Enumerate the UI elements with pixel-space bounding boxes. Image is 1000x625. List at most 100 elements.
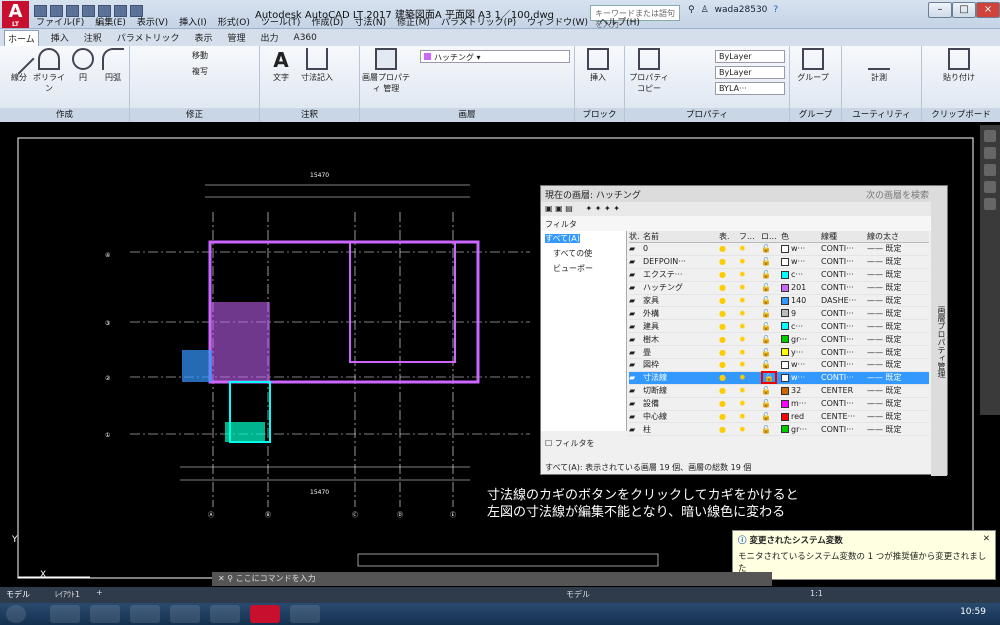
showmotion-icon[interactable] bbox=[984, 181, 996, 193]
layer-color[interactable]: gr··· bbox=[781, 335, 821, 344]
paste-button[interactable]: 貼り付け bbox=[942, 48, 976, 83]
tab-annotate[interactable]: 注釈 bbox=[81, 30, 105, 45]
menu-format[interactable]: 形式(O) bbox=[218, 15, 250, 28]
layer-linetype[interactable]: CONTI··· bbox=[821, 425, 867, 434]
layer-lineweight[interactable]: —— 既定 bbox=[867, 359, 917, 370]
lightbulb-icon[interactable]: ● bbox=[719, 373, 739, 382]
taskbar-app-7[interactable] bbox=[290, 605, 320, 623]
layer-row[interactable]: ▰ 建具 ● ✹ 🔓 c··· CONTI··· —— 既定 bbox=[629, 320, 929, 334]
layer-name[interactable]: DEFPOIN··· bbox=[643, 257, 719, 266]
line-button[interactable]: 線分 bbox=[2, 43, 36, 83]
lightbulb-icon[interactable]: ● bbox=[719, 244, 739, 253]
pan-icon[interactable] bbox=[984, 130, 996, 142]
layer-name[interactable]: 外構 bbox=[643, 308, 719, 319]
taskbar-app-1[interactable] bbox=[50, 605, 80, 623]
layer-color[interactable]: w··· bbox=[781, 257, 821, 266]
menu-parametric[interactable]: パラメトリック(P) bbox=[441, 15, 516, 28]
sun-icon[interactable]: ✹ bbox=[739, 244, 761, 253]
layer-name[interactable]: 畳 bbox=[643, 347, 719, 358]
sun-icon[interactable]: ✹ bbox=[739, 270, 761, 279]
layer-row[interactable]: ▰ 中心線 ● ✹ 🔓 red CENTE··· —— 既定 bbox=[629, 411, 929, 424]
linetype-dropdown[interactable]: ByLayer bbox=[715, 66, 785, 79]
menu-modify[interactable]: 修正(M) bbox=[397, 15, 430, 28]
layer-color[interactable]: c··· bbox=[781, 270, 821, 279]
search-icon[interactable]: ⚲ bbox=[227, 574, 233, 583]
notification-close-icon[interactable]: ✕ bbox=[983, 534, 990, 544]
sun-icon[interactable]: ✹ bbox=[739, 399, 761, 408]
layer-linetype[interactable]: CONTI··· bbox=[821, 257, 867, 266]
sun-icon[interactable]: ✹ bbox=[739, 335, 761, 344]
layer-linetype[interactable]: DASHE··· bbox=[821, 296, 867, 305]
layer-color[interactable]: 201 bbox=[781, 283, 821, 292]
tab-layout1[interactable]: ﾚｲｱｳﾄ1 bbox=[55, 589, 80, 600]
command-input[interactable]: ここにコマンドを入力 bbox=[236, 574, 316, 583]
sun-icon[interactable]: ✹ bbox=[739, 425, 761, 434]
binoculars-icon[interactable]: ⚲ bbox=[688, 5, 695, 15]
layer-row[interactable]: ▰ 寸法線 ● ✹ 🔒 w··· CONTI··· —— 既定 bbox=[629, 371, 929, 385]
layer-row[interactable]: ▰ ハッチング ● ✹ 🔓 201 CONTI··· —— 既定 bbox=[629, 282, 929, 295]
layer-row[interactable]: ▰ 畳 ● ✹ 🔓 y··· CONTI··· —— 既定 bbox=[629, 346, 929, 360]
filter-viewport[interactable]: ビューポー bbox=[541, 261, 626, 276]
layer-lineweight[interactable]: —— 既定 bbox=[867, 269, 917, 280]
sun-icon[interactable]: ✹ bbox=[739, 257, 761, 266]
lock-icon[interactable]: 🔓 bbox=[761, 257, 781, 266]
layer-linetype[interactable]: CONTI··· bbox=[821, 335, 867, 344]
start-button[interactable] bbox=[6, 605, 26, 623]
tab-home[interactable]: ホーム bbox=[4, 29, 39, 46]
maximize-button[interactable]: □ bbox=[952, 2, 976, 18]
layer-linetype[interactable]: CONTI··· bbox=[821, 360, 867, 369]
taskbar-app-5[interactable] bbox=[210, 605, 240, 623]
lock-icon[interactable]: 🔓 bbox=[761, 296, 781, 305]
layer-row[interactable]: ▰ 外構 ● ✹ 🔓 9 CONTI··· —— 既定 bbox=[629, 307, 929, 321]
panel-clipboard-label[interactable]: クリップボード bbox=[922, 108, 1000, 122]
layer-name[interactable]: エクステ··· bbox=[643, 269, 719, 280]
lightbulb-icon[interactable]: ● bbox=[719, 296, 739, 305]
lightbulb-icon[interactable]: ● bbox=[719, 425, 739, 434]
layer-name[interactable]: 家具 bbox=[643, 295, 719, 306]
close-button[interactable]: × bbox=[976, 2, 1000, 18]
lightbulb-icon[interactable]: ● bbox=[719, 335, 739, 344]
model-space-toggle[interactable]: モデル bbox=[566, 589, 590, 600]
panel-block-label[interactable]: ブロック bbox=[575, 108, 624, 122]
add-layout-icon[interactable]: + bbox=[96, 588, 103, 597]
layer-lineweight[interactable]: —— 既定 bbox=[867, 282, 917, 293]
filter-used[interactable]: すべての使 bbox=[541, 246, 626, 261]
layer-color[interactable]: 140 bbox=[781, 296, 821, 305]
panel-draw-label[interactable]: 作成 bbox=[0, 108, 129, 122]
layer-lineweight[interactable]: —— 既定 bbox=[867, 256, 917, 267]
layer-color[interactable]: c··· bbox=[781, 322, 821, 331]
layer-name[interactable]: 寸法線 bbox=[643, 372, 719, 383]
layer-lineweight[interactable]: —— 既定 bbox=[867, 295, 917, 306]
layer-linetype[interactable]: CONTI··· bbox=[821, 348, 867, 357]
panel-properties-label[interactable]: プロパティ bbox=[625, 108, 789, 122]
group-button[interactable]: グループ bbox=[796, 48, 830, 83]
layer-lineweight[interactable]: —— 既定 bbox=[867, 424, 917, 435]
sun-icon[interactable]: ✹ bbox=[739, 322, 761, 331]
palette-side-title[interactable]: 画層プロパティ管理 bbox=[931, 186, 947, 476]
layer-lineweight[interactable]: —— 既定 bbox=[867, 398, 917, 409]
sun-icon[interactable]: ✹ bbox=[739, 412, 761, 421]
layer-linetype[interactable]: CONTI··· bbox=[821, 373, 867, 382]
tab-output[interactable]: 出力 bbox=[258, 30, 282, 45]
circle-button[interactable]: 円 bbox=[66, 48, 100, 83]
zoom-icon[interactable] bbox=[984, 147, 996, 159]
lightbulb-icon[interactable]: ● bbox=[719, 322, 739, 331]
layer-name[interactable]: 樹木 bbox=[643, 334, 719, 345]
layer-linetype[interactable]: CONTI··· bbox=[821, 309, 867, 318]
minimize-button[interactable]: – bbox=[928, 2, 952, 18]
layer-color[interactable]: w··· bbox=[781, 360, 821, 369]
layer-linetype[interactable]: CONTI··· bbox=[821, 283, 867, 292]
sun-icon[interactable]: ✹ bbox=[739, 373, 761, 382]
panel-layers-label[interactable]: 画層 bbox=[360, 108, 574, 122]
layer-row[interactable]: ▰ エクステ··· ● ✹ 🔓 c··· CONTI··· —— 既定 bbox=[629, 269, 929, 282]
layer-row[interactable]: ▰ 設備 ● ✹ 🔓 m··· CONTI··· —— 既定 bbox=[629, 398, 929, 411]
user-area[interactable]: ⚲ ♙ wada28530? bbox=[688, 5, 778, 15]
search-layer-input[interactable]: 次の画層を検索 bbox=[866, 188, 929, 201]
lock-icon[interactable]: 🔓 bbox=[761, 322, 781, 331]
layer-color[interactable]: red bbox=[781, 412, 821, 421]
lock-icon[interactable]: 🔓 bbox=[761, 425, 781, 434]
layer-lineweight[interactable]: —— 既定 bbox=[867, 385, 917, 396]
steering-wheel-icon[interactable] bbox=[984, 198, 996, 210]
lock-icon[interactable]: 🔓 bbox=[761, 412, 781, 421]
layer-color[interactable]: 9 bbox=[781, 309, 821, 318]
